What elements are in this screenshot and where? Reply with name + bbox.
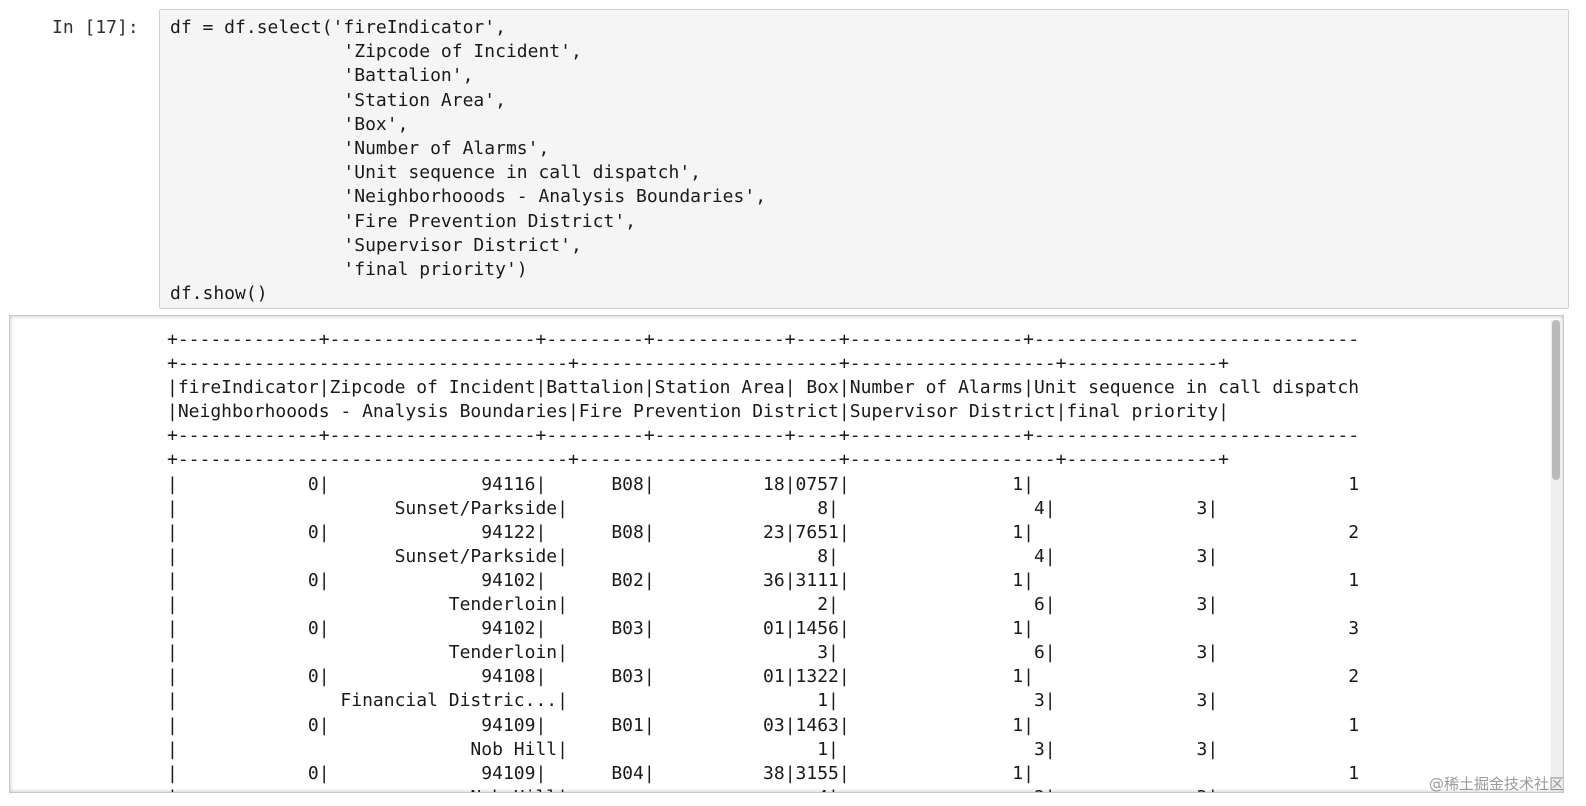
scrollbar-thumb[interactable]: [1552, 320, 1560, 480]
output-line: | Nob Hill| 4| 3| 3|: [167, 786, 1359, 792]
output-line: | 0| 94102| B02| 36|3111| 1| 1: [167, 569, 1360, 591]
output-line: | Sunset/Parkside| 8| 4| 3|: [167, 497, 1219, 519]
output-line: | Sunset/Parkside| 8| 4| 3|: [167, 545, 1219, 567]
output-line: | 0| 94102| B03| 01|1456| 1| 3: [167, 618, 1360, 640]
code-line: 'Supervisor District',: [170, 234, 582, 256]
output-line: | Tenderloin| 3| 6| 3|: [167, 642, 1219, 664]
code-line: 'Fire Prevention District',: [170, 210, 636, 232]
code-line: df = df.select('fireIndicator',: [170, 17, 506, 38]
code-line: 'Zipcode of Incident',: [170, 41, 582, 63]
output-line: +-------------+-------------------+-----…: [167, 425, 1360, 447]
output-area[interactable]: +-------------+-------------------+-----…: [9, 315, 1564, 793]
output-line: |Neighborhooods - Analysis Boundaries|Fi…: [167, 401, 1230, 423]
output-line: | 0| 94109| B01| 03|1463| 1| 1: [167, 714, 1360, 736]
output-line: +-------------+-------------------+-----…: [167, 329, 1360, 350]
output-line: | 0| 94108| B03| 01|1322| 1| 2: [167, 666, 1360, 688]
code-line: 'final priority'): [170, 258, 528, 280]
output-line: +------------------------------------+--…: [167, 449, 1230, 471]
code-line: 'Unit sequence in call dispatch',: [170, 162, 702, 184]
output-line: | 0| 94109| B04| 38|3155| 1| 1: [167, 762, 1360, 784]
code-line: 'Neighborhooods - Analysis Boundaries',: [170, 186, 767, 208]
output-line: | 0| 94116| B08| 18|0757| 1| 1: [167, 473, 1360, 495]
code-line: 'Station Area',: [170, 89, 506, 111]
code-line: 'Number of Alarms',: [170, 137, 550, 159]
output-scrollbar[interactable]: [1551, 320, 1561, 790]
output-line: +------------------------------------+--…: [167, 353, 1230, 375]
code-line: df.show(): [170, 283, 268, 305]
output-line: |fireIndicator|Zipcode of Incident|Batta…: [167, 377, 1360, 399]
output-line: | Tenderloin| 2| 6| 3|: [167, 594, 1219, 616]
code-line: 'Battalion',: [170, 65, 474, 87]
output-line: | Nob Hill| 1| 3| 3|: [167, 738, 1219, 760]
output-line: | 0| 94122| B08| 23|7651| 1| 2: [167, 521, 1360, 543]
notebook-cell: In [17]: df = df.select('fireIndicator',…: [0, 0, 1586, 806]
code-editor[interactable]: df = df.select('fireIndicator', 'Zipcode…: [159, 9, 1569, 309]
output-line: | Financial Distric...| 1| 3| 3|: [167, 690, 1219, 712]
dataframe-output: +-------------+-------------------+-----…: [167, 328, 1360, 792]
watermark: @稀土掘金技术社区: [1428, 775, 1564, 793]
code-line: 'Box',: [170, 113, 409, 135]
input-prompt: In [17]:: [52, 17, 139, 38]
